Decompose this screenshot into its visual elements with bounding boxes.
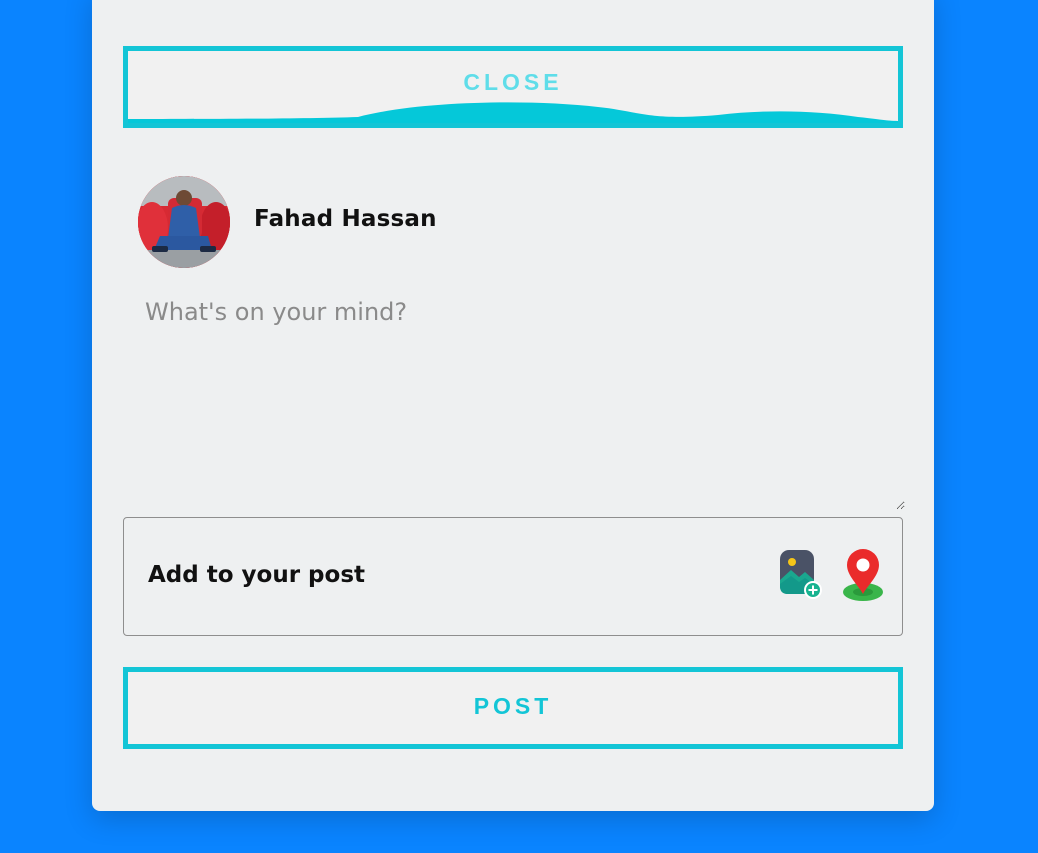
post-button-label: POST xyxy=(473,692,553,719)
post-text-input[interactable] xyxy=(137,290,905,510)
close-button[interactable]: CLOSE xyxy=(123,46,903,128)
avatar xyxy=(138,176,230,268)
location-pin-icon[interactable] xyxy=(839,546,887,602)
post-button[interactable]: POST xyxy=(123,667,903,749)
user-name: Fahad Hassan xyxy=(254,206,437,232)
add-to-post-label: Add to your post xyxy=(148,562,366,588)
create-post-modal: CLOSE Fahad Hassan Add to your post xyxy=(92,0,934,811)
add-to-post-panel: Add to your post xyxy=(123,517,903,636)
close-wave-decoration xyxy=(128,102,898,123)
photo-add-icon[interactable] xyxy=(777,546,825,602)
close-button-label: CLOSE xyxy=(463,68,563,95)
